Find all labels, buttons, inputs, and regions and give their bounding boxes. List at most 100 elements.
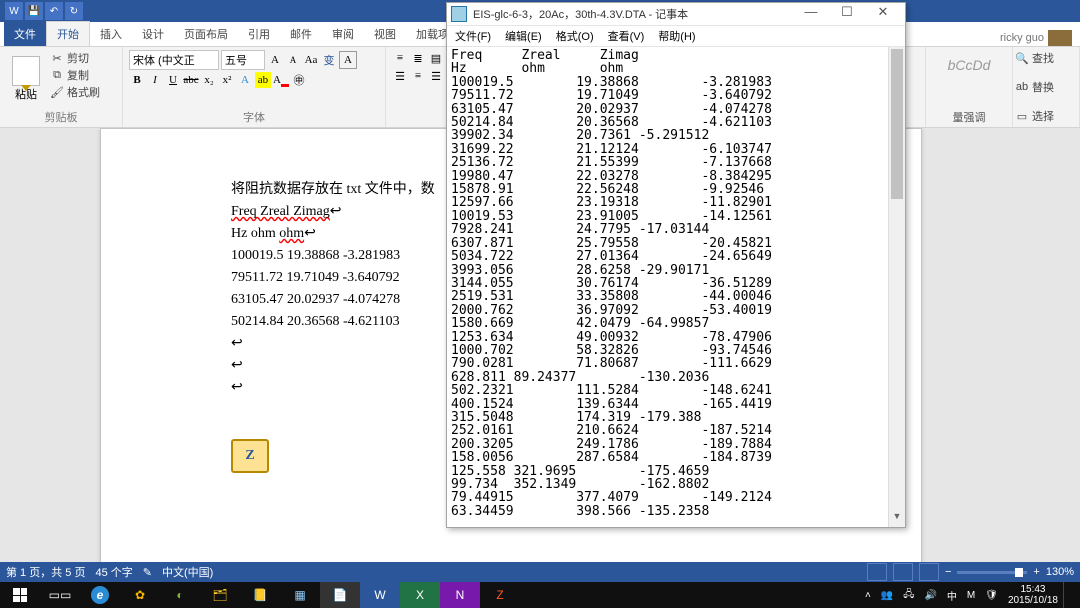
text-effects-icon[interactable]: A <box>237 72 253 88</box>
app-icon-4[interactable]: Z <box>480 582 520 608</box>
cut-button[interactable]: ✂剪切 <box>50 50 100 66</box>
menu-format[interactable]: 格式(O) <box>552 27 598 45</box>
start-button[interactable] <box>0 582 40 608</box>
taskview-icon[interactable]: ▭▭ <box>40 582 80 608</box>
clock[interactable]: 15:43 2015/10/18 <box>1003 582 1063 608</box>
ie-icon[interactable]: e <box>80 582 120 608</box>
menu-edit[interactable]: 编辑(E) <box>501 27 546 45</box>
word-app-icon[interactable]: W <box>5 2 23 20</box>
align-center-icon[interactable]: ≡ <box>410 68 426 84</box>
enclose-char-icon[interactable]: ㊥ <box>291 72 307 88</box>
tab-insert[interactable]: 插入 <box>90 22 132 46</box>
tray-keyboard-icon[interactable]: M <box>962 582 980 608</box>
strike-button[interactable]: abc <box>183 72 199 88</box>
user-name: ricky guo <box>1000 32 1044 44</box>
excel-taskbar-icon[interactable]: X <box>400 582 440 608</box>
menu-view[interactable]: 查看(V) <box>604 27 649 45</box>
replace-button[interactable]: ab替换 <box>1015 79 1077 95</box>
tray-ime[interactable]: 中 <box>942 582 962 608</box>
show-desktop-button[interactable] <box>1063 582 1080 608</box>
tab-design[interactable]: 设计 <box>132 22 174 46</box>
app-icon-1[interactable]: ✿ <box>120 582 160 608</box>
zoom-slider[interactable] <box>957 571 1027 574</box>
tab-layout[interactable]: 页面布局 <box>174 22 238 46</box>
font-color-icon[interactable]: A <box>273 72 289 88</box>
view-web-icon[interactable] <box>919 563 939 581</box>
onenote-taskbar-icon[interactable]: N <box>440 582 480 608</box>
explorer-icon[interactable]: 🗂 <box>200 582 240 608</box>
app-icon-3[interactable]: 📒 <box>240 582 280 608</box>
multilevel-icon[interactable]: ▤ <box>428 50 444 66</box>
tab-file[interactable]: 文件 <box>4 22 46 46</box>
shrink-font-icon[interactable]: A <box>285 52 301 68</box>
tab-references[interactable]: 引用 <box>238 22 280 46</box>
find-button[interactable]: 🔍查找 <box>1015 50 1077 66</box>
menu-help[interactable]: 帮助(H) <box>654 27 699 45</box>
app-icon-2[interactable]: ◐ <box>160 582 200 608</box>
taskbar: ▭▭ e ✿ ◐ 🗂 📒 ▦ 📄 W X N Z ˄ 👥 🖧 🔊 中 M 🛡 1… <box>0 582 1080 608</box>
notepad-titlebar[interactable]: EIS-glc-6-3，20Ac，30th-4.3V.DTA - 记事本 — ☐… <box>447 3 905 26</box>
word-taskbar-icon[interactable]: W <box>360 582 400 608</box>
underline-button[interactable]: U <box>165 72 181 88</box>
menu-file[interactable]: 文件(F) <box>451 27 495 45</box>
save-icon[interactable]: 💾 <box>25 2 43 20</box>
tray-people-icon[interactable]: 👥 <box>876 582 898 608</box>
notepad-taskbar-icon[interactable]: 📄 <box>320 582 360 608</box>
language-status[interactable]: 中文(中国) <box>162 564 213 580</box>
format-painter-button[interactable]: 🖌格式刷 <box>50 84 100 100</box>
tray-network-icon[interactable]: 🖧 <box>898 582 919 608</box>
paste-button[interactable]: 粘贴 <box>6 49 46 109</box>
highlight-color-icon[interactable]: ab <box>255 72 271 88</box>
font-name-select[interactable]: 宋体 (中文正 <box>129 50 219 70</box>
tab-review[interactable]: 审阅 <box>322 22 364 46</box>
zoom-in-button[interactable]: + <box>1033 566 1039 578</box>
zip-file-icon[interactable]: Z <box>231 439 269 473</box>
tray-shield-icon[interactable]: 🛡 <box>980 582 1003 608</box>
clear-format-icon[interactable]: A <box>339 51 357 69</box>
bold-button[interactable]: B <box>129 72 145 88</box>
word-count[interactable]: 45 个字 <box>95 564 132 580</box>
subscript-button[interactable]: x₂ <box>201 72 217 88</box>
select-button[interactable]: ▭选择 <box>1015 108 1077 124</box>
page-count[interactable]: 第 1 页，共 5 页 <box>6 564 85 580</box>
view-print-icon[interactable] <box>893 563 913 581</box>
minimize-button[interactable]: — <box>793 4 829 24</box>
group-label-font: 字体 <box>129 109 379 125</box>
close-button[interactable]: ✕ <box>865 4 901 24</box>
view-read-icon[interactable] <box>867 563 887 581</box>
zoom-out-button[interactable]: − <box>945 566 951 578</box>
scrollbar[interactable]: ▲ ▼ <box>888 47 905 527</box>
copy-button[interactable]: ⧉复制 <box>50 67 100 83</box>
change-case-icon[interactable]: Aa <box>303 52 319 68</box>
italic-button[interactable]: I <box>147 72 163 88</box>
tray-up-icon[interactable]: ˄ <box>860 582 876 608</box>
maximize-button[interactable]: ☐ <box>829 4 865 24</box>
zoom-level[interactable]: 130% <box>1046 566 1074 578</box>
grow-font-icon[interactable]: A <box>267 52 283 68</box>
proofing-icon[interactable]: ✎ <box>143 566 152 579</box>
notepad-title: EIS-glc-6-3，20Ac，30th-4.3V.DTA - 记事本 <box>473 6 793 22</box>
group-font: 宋体 (中文正 五号 A A Aa 变 A B I U abc x₂ x² A … <box>123 47 386 127</box>
pinyin-icon[interactable]: 变 <box>321 52 337 68</box>
align-right-icon[interactable]: ☰ <box>428 68 444 84</box>
redo-icon[interactable]: ↻ <box>65 2 83 20</box>
user-area[interactable]: ricky guo <box>1000 30 1080 46</box>
align-left-icon[interactable]: ☰ <box>392 68 408 84</box>
group-editing: 🔍查找 ab替换 ▭选择 <box>1013 47 1080 127</box>
notepad-textarea[interactable]: Freq Zreal Zimag Hz ohm ohm 100019.5 19.… <box>447 47 905 520</box>
tab-mailings[interactable]: 邮件 <box>280 22 322 46</box>
font-size-select[interactable]: 五号 <box>221 50 265 70</box>
scroll-thumb[interactable] <box>891 49 903 199</box>
tab-view[interactable]: 视图 <box>364 22 406 46</box>
superscript-button[interactable]: x² <box>219 72 235 88</box>
group-styles-hint: bCcDd 量强调 <box>925 47 1013 127</box>
tab-home[interactable]: 开始 <box>46 21 90 46</box>
notepad-body: Freq Zreal Zimag Hz ohm ohm 100019.5 19.… <box>447 47 905 527</box>
tray-volume-icon[interactable]: 🔊 <box>919 582 941 608</box>
numbering-icon[interactable]: ≣ <box>410 50 426 66</box>
scroll-down-icon[interactable]: ▼ <box>889 511 905 527</box>
bullets-icon[interactable]: ≡ <box>392 50 408 66</box>
undo-icon[interactable]: ↶ <box>45 2 63 20</box>
notepad-app-icon <box>451 6 467 22</box>
calculator-icon[interactable]: ▦ <box>280 582 320 608</box>
